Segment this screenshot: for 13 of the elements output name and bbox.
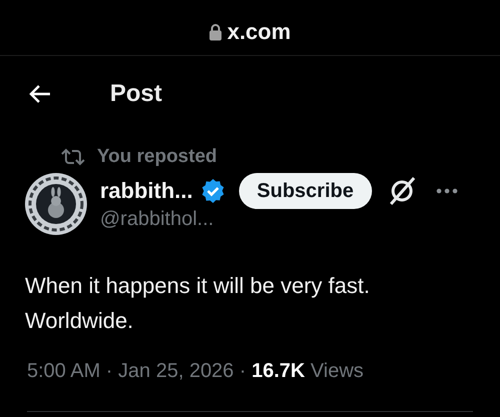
author-handle: @rabbithol...: [100, 208, 215, 230]
url-text[interactable]: x.com: [227, 18, 291, 44]
repost-icon: [61, 148, 85, 166]
grok-button[interactable]: [388, 176, 416, 206]
avatar[interactable]: [25, 173, 87, 235]
post-text: When it happens it will be very fast. Worldwide.: [24, 272, 371, 335]
page-title: Post: [110, 80, 162, 108]
author-name[interactable]: rabbith...: [100, 178, 193, 204]
repost-label: You reposted: [97, 146, 217, 168]
more-button[interactable]: [436, 188, 458, 194]
back-button[interactable]: [28, 84, 52, 104]
subscribe-button[interactable]: Subscribe: [238, 173, 372, 209]
post-meta: 5:00 AM · Jan 25, 2026 · 16.7K Views: [27, 360, 365, 383]
